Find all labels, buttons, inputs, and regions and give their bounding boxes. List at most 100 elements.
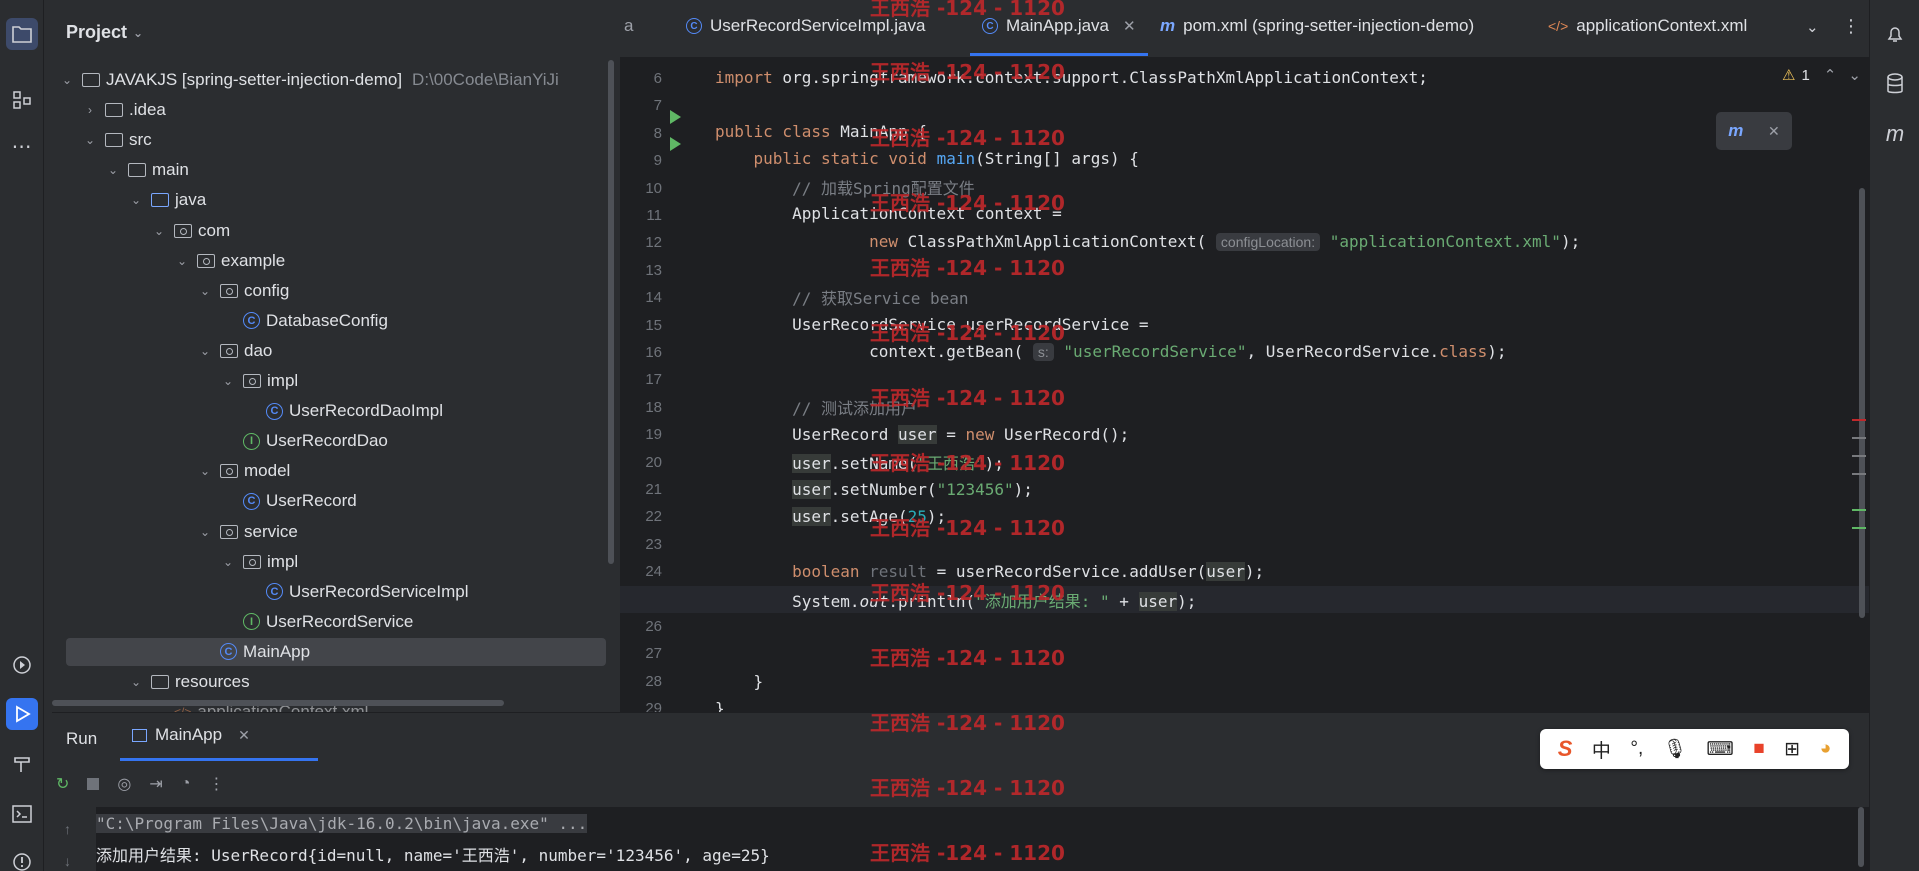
code-line: ApplicationContext context =: [715, 204, 1062, 223]
inspection-widget[interactable]: ⚠ 1 ⌃ ⌄: [1782, 66, 1861, 85]
watermark-text: 王西浩 -124 - 1120: [870, 256, 1065, 280]
more-tools-button[interactable]: ⋯: [6, 130, 38, 162]
tree-item[interactable]: I UserRecordDao: [52, 427, 606, 455]
code-line: user.setName("王西浩");: [792, 453, 1004, 473]
structure-tool-button[interactable]: [6, 84, 38, 116]
tab-list-chevron-icon[interactable]: ⌄: [1806, 18, 1819, 36]
chevron-down-icon[interactable]: ⌄: [60, 73, 74, 87]
tree-item-label: DatabaseConfig: [266, 310, 388, 330]
run-tab-mainapp[interactable]: MainApp ✕: [132, 725, 250, 745]
tree-item-label: model: [244, 461, 291, 481]
editor-scrollbar[interactable]: [1859, 188, 1865, 618]
more-icon[interactable]: ⋮: [208, 774, 224, 794]
tree-item[interactable]: ⌄ dao: [52, 337, 606, 365]
tree-item-label: MainApp: [243, 641, 311, 661]
close-icon[interactable]: ✕: [238, 727, 250, 744]
tree-item[interactable]: C MainApp: [66, 637, 606, 666]
grid-icon[interactable]: ⊞: [1784, 738, 1800, 761]
tree-item[interactable]: ⌄ java: [52, 186, 606, 214]
terminal-tool-button[interactable]: [6, 798, 38, 830]
tree-item-label: src: [129, 130, 152, 150]
ime-chinese-mode[interactable]: 中: [1592, 736, 1611, 763]
tab-partial[interactable]: a: [624, 16, 633, 36]
tree-item[interactable]: ⌄ src: [52, 126, 606, 154]
tree-item[interactable]: › .idea: [52, 96, 606, 124]
chevron-down-icon[interactable]: ⌄: [198, 525, 212, 539]
tree-item[interactable]: I UserRecordService: [52, 608, 606, 636]
maven-button[interactable]: m: [1879, 118, 1911, 150]
sogou-logo-icon[interactable]: S: [1558, 736, 1573, 762]
close-icon[interactable]: ✕: [1768, 123, 1780, 140]
tree-item[interactable]: ⌄ example: [52, 247, 606, 275]
console-scrollbar[interactable]: [1858, 807, 1864, 867]
chevron-right-icon[interactable]: ›: [83, 103, 97, 117]
run-gutter-icon[interactable]: [670, 137, 681, 151]
chevron-down-icon[interactable]: ⌄: [221, 374, 235, 388]
database-button[interactable]: [1879, 68, 1911, 100]
tab-more-icon[interactable]: ⋮: [1842, 16, 1860, 37]
keyboard-icon[interactable]: ⌨: [1706, 738, 1733, 761]
tree-item[interactable]: ⌄ resources: [52, 668, 606, 696]
services-tool-button[interactable]: [6, 649, 38, 681]
scroll-down-icon[interactable]: ↓: [64, 853, 71, 869]
code-line: // 测试添加用户: [715, 398, 917, 418]
stop-icon[interactable]: [87, 778, 100, 790]
chevron-down-icon[interactable]: ⌄: [83, 133, 97, 147]
tab-applicationcontext-xml[interactable]: </> applicationContext.xml: [1548, 16, 1747, 36]
tree-item-label: UserRecordServiceImpl: [289, 581, 469, 601]
project-tool-button[interactable]: [6, 18, 38, 50]
rerun-icon[interactable]: ↻: [56, 774, 69, 794]
console-line-output: 添加用户结果: UserRecord{id=null, name='王西浩', …: [96, 846, 770, 865]
line-number: 23: [645, 535, 662, 553]
chevron-up-icon[interactable]: ⌃: [1824, 66, 1837, 84]
warning-icon: ⚠: [1782, 67, 1796, 84]
restore-layout-icon[interactable]: ⇥: [149, 774, 162, 794]
run-gutter-icon[interactable]: [670, 110, 681, 124]
tree-item[interactable]: ⌄ service: [52, 518, 606, 546]
chevron-down-icon[interactable]: ⌄: [198, 464, 212, 478]
tree-item[interactable]: ⌄ com: [52, 217, 606, 245]
code-line: user.setAge(25);: [792, 507, 947, 526]
run-tool-button[interactable]: [6, 698, 38, 730]
tree-item[interactable]: C UserRecordServiceImpl: [52, 578, 606, 606]
build-tool-button[interactable]: [6, 748, 38, 780]
tree-item[interactable]: C DatabaseConfig: [52, 307, 606, 335]
chevron-down-icon[interactable]: ⌄: [152, 224, 166, 238]
tree-h-scrollbar[interactable]: [52, 700, 504, 706]
chevron-down-icon[interactable]: ⌄: [129, 675, 143, 689]
profiler-icon[interactable]: ◔: [181, 775, 191, 793]
maven-reload-icon[interactable]: m: [1728, 121, 1743, 141]
close-icon[interactable]: ✕: [1123, 17, 1136, 35]
run-toolbar: ↻ ◎ ⇥ ◔ ⋮: [52, 769, 352, 799]
code-line: public class MainApp {: [715, 122, 927, 141]
project-header[interactable]: Project ⌄: [66, 22, 143, 43]
tree-item[interactable]: ⌄ JAVAKJS [spring-setter-injection-demo] D…: [52, 66, 606, 94]
gift-icon[interactable]: ■: [1753, 738, 1764, 760]
tree-item[interactable]: ⌄ impl: [52, 548, 606, 576]
tree-scrollbar[interactable]: [608, 60, 614, 564]
tree-item[interactable]: ⌄ model: [52, 457, 606, 485]
tree-item[interactable]: ⌄ impl: [52, 367, 606, 395]
problems-tool-button[interactable]: [6, 846, 38, 871]
tree-item[interactable]: C UserRecordDaoImpl: [52, 397, 606, 425]
tab-pom-xml[interactable]: m pom.xml (spring-setter-injection-demo): [1160, 16, 1474, 36]
camera-icon[interactable]: ◎: [117, 774, 131, 794]
scroll-up-icon[interactable]: ↑: [64, 821, 71, 837]
chevron-down-icon[interactable]: ⌄: [1848, 66, 1861, 84]
notifications-button[interactable]: [1879, 18, 1911, 50]
tree-item[interactable]: ⌄ config: [52, 277, 606, 305]
tree-item[interactable]: ⌄ main: [52, 156, 606, 184]
chevron-down-icon[interactable]: ⌄: [106, 163, 120, 177]
code-editor[interactable]: 6789101112131415161718192021222324252627…: [620, 58, 1869, 712]
tree-item[interactable]: C UserRecord: [52, 487, 606, 515]
chevron-down-icon[interactable]: ⌄: [198, 284, 212, 298]
chevron-down-icon[interactable]: ⌄: [175, 254, 189, 268]
watermark-text: 王西浩 -124 - 1120: [870, 126, 1065, 150]
chevron-down-icon[interactable]: ⌄: [198, 344, 212, 358]
ime-punctuation[interactable]: °,: [1630, 738, 1643, 760]
mic-icon[interactable]: 🎙: [1663, 737, 1687, 761]
chevron-down-icon[interactable]: ⌄: [221, 555, 235, 569]
chevron-down-icon[interactable]: ⌄: [129, 193, 143, 207]
mascot-icon[interactable]: ◕: [1820, 738, 1831, 760]
folder-icon: [128, 163, 146, 178]
